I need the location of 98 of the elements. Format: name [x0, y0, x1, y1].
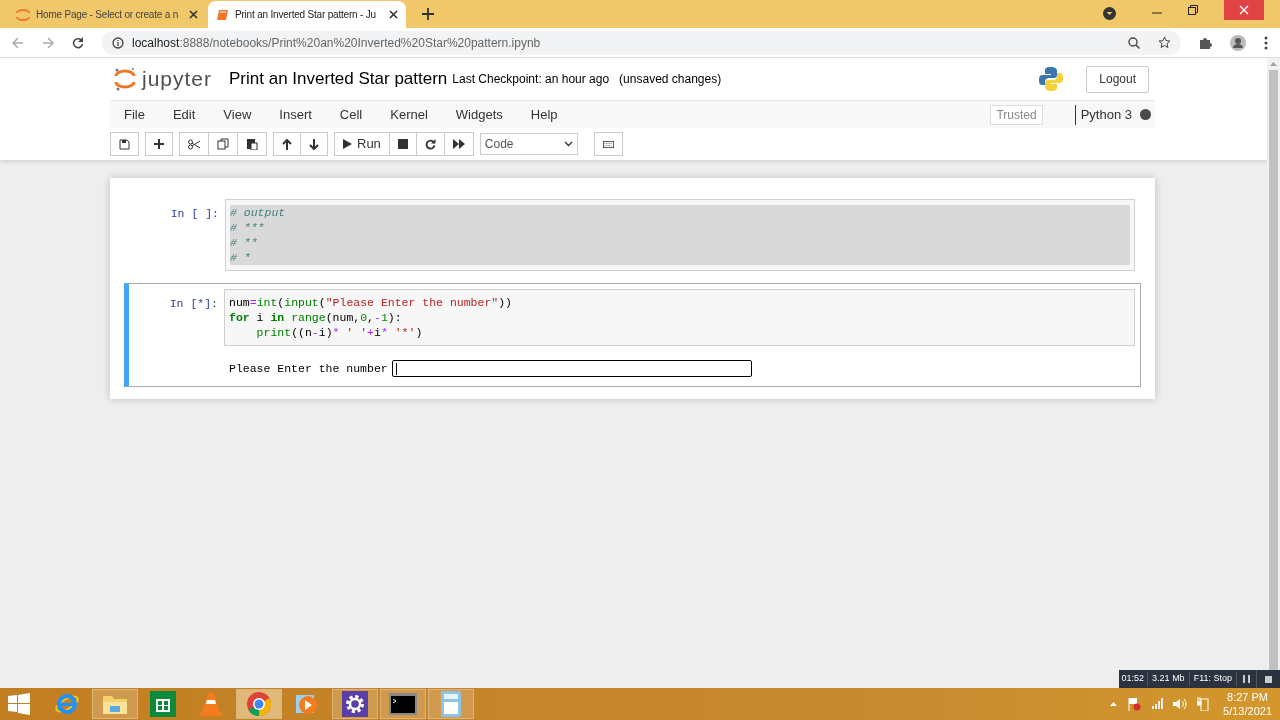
speaker-icon[interactable]	[1173, 698, 1188, 710]
cell-type-dropdown[interactable]: Code	[479, 133, 578, 155]
close-icon	[1239, 5, 1249, 15]
taskbar-app[interactable]	[332, 689, 378, 719]
scissors-icon	[188, 138, 200, 150]
menu-item[interactable]: Help	[516, 104, 572, 125]
command-palette-button[interactable]	[593, 132, 623, 156]
kernel-name: Python 3	[1080, 105, 1132, 124]
address-field[interactable]: localhost:8888/notebooks/Print%20an%20Inverted%20Star%20pattern.ipynb	[102, 30, 1181, 55]
paste-button[interactable]	[237, 132, 267, 156]
restart-run-all-button[interactable]	[443, 132, 474, 156]
menu-item[interactable]: Kernel	[376, 104, 442, 125]
stdin-prompt: Please Enter the number	[229, 361, 388, 377]
code-line: for i in range(num,0,-1):	[229, 310, 403, 325]
menu-item[interactable]: Cell	[325, 104, 377, 125]
new-tab-icon[interactable]	[422, 8, 434, 20]
menu-item[interactable]: Insert	[265, 104, 326, 125]
run-button[interactable]: Run	[334, 132, 390, 156]
puzzle-icon[interactable]	[1199, 36, 1212, 49]
code-line: # *	[230, 250, 252, 265]
gear-icon	[342, 691, 368, 717]
chrome-logo-icon	[246, 691, 272, 717]
stop-icon	[397, 139, 408, 149]
arrow-down-icon	[309, 138, 319, 150]
checkpoint-text: Last Checkpoint: an hour ago	[452, 71, 610, 88]
recording-time: 01:52	[1118, 672, 1149, 686]
restore-icon[interactable]	[1188, 5, 1198, 15]
save-button[interactable]	[110, 132, 139, 156]
stdin-field[interactable]	[391, 360, 752, 378]
menu-item[interactable]: File	[110, 104, 159, 125]
menu-item[interactable]: View	[209, 104, 266, 125]
flag-icon[interactable]	[1127, 697, 1142, 711]
code-cell[interactable]: In [ ]: # output # *** # ** # *	[124, 193, 1141, 277]
move-up-button[interactable]	[273, 132, 301, 156]
tab-title: Print an Inverted Star pattern - Ju	[235, 8, 377, 22]
dropdown-icon[interactable]	[1103, 7, 1116, 20]
play-icon	[343, 139, 352, 149]
recording-size: 3.21 Mb	[1148, 672, 1190, 686]
reload-icon[interactable]	[72, 36, 84, 49]
chevron-down-icon	[563, 141, 573, 147]
code-editor[interactable]: num=int(input("Please Enter the number")) for i in range(num,0,-1): print((n-i)* ' '+i* '*')	[224, 289, 1135, 346]
terminal-icon	[389, 693, 417, 715]
chevron-up-icon[interactable]	[1110, 702, 1118, 706]
stop-icon[interactable]	[1265, 675, 1272, 683]
plus-icon	[154, 139, 164, 149]
arrow-up-icon	[282, 138, 292, 150]
calculator-icon	[441, 691, 461, 717]
move-down-button[interactable]	[300, 132, 328, 156]
menu-item[interactable]: Edit	[158, 104, 210, 125]
code-line: # output	[230, 205, 287, 220]
jupyter-logo-icon	[16, 8, 30, 21]
menu-item[interactable]: Widgets	[441, 104, 517, 125]
browser-tab[interactable]: Print an Inverted Star pattern - Ju	[208, 1, 406, 28]
input-prompt: In [ ]:	[169, 206, 220, 222]
stop-hotkey: F11: Stop	[1189, 672, 1237, 686]
clock-time: 8:27 PM	[1227, 690, 1268, 704]
code-line: print((n-i)* ' '+i* '*')	[255, 325, 424, 340]
input-prompt: In [*]:	[168, 296, 219, 312]
unsaved-status: (unsaved changes)	[619, 71, 722, 88]
cut-button[interactable]	[179, 132, 209, 156]
zoom-icon[interactable]	[1128, 36, 1140, 49]
more-icon[interactable]	[1264, 35, 1268, 50]
close-icon[interactable]	[389, 10, 398, 19]
jupyter-wordmark: jupyter	[142, 66, 213, 93]
python-logo-icon	[1038, 66, 1065, 92]
taskbar-app[interactable]	[380, 689, 426, 719]
book-icon	[216, 8, 229, 21]
shopping-bag-icon	[150, 691, 176, 717]
code-line: # **	[230, 235, 259, 250]
star-icon[interactable]	[1158, 36, 1171, 49]
clock-date: 5/13/2021	[1223, 704, 1272, 718]
trusted-indicator[interactable]: Trusted	[990, 104, 1043, 125]
profile-icon[interactable]	[1230, 34, 1246, 51]
tab-title: Home Page - Select or create a n	[36, 8, 179, 22]
notebook-title[interactable]: Print an Inverted Star pattern	[229, 66, 448, 92]
fast-forward-icon	[452, 139, 465, 149]
browser-e-icon	[54, 691, 80, 717]
keyboard-icon	[602, 139, 614, 149]
save-icon	[119, 138, 130, 150]
logout-button[interactable]: Logout	[1086, 65, 1149, 93]
code-cell[interactable]: In [*]: num=int(input("Please Enter the number")) for i in range(num,0,-1): print((n-i)* ' '+i* '*') Please Enter the number	[124, 283, 1141, 388]
restart-button[interactable]	[415, 132, 445, 156]
windows-logo-icon[interactable]	[8, 693, 30, 715]
traffic-cone-icon	[199, 691, 223, 717]
jupyter-logo-icon	[114, 66, 136, 92]
reload-icon	[424, 138, 436, 150]
power-plug-icon[interactable]	[1197, 697, 1210, 711]
copy-icon	[217, 138, 229, 150]
clipboard-icon	[246, 138, 258, 150]
info-icon	[112, 36, 124, 49]
pause-icon[interactable]	[1243, 675, 1250, 683]
code-line: num=int(input("Please Enter the number"))	[229, 295, 513, 310]
close-icon[interactable]	[189, 10, 198, 19]
url-text: localhost:8888/notebooks/Print%20an%20Inverted%20Star%20pattern.ipynb	[132, 34, 541, 52]
browser-tab[interactable]: Home Page - Select or create a n	[8, 1, 206, 28]
add-cell-button[interactable]	[145, 132, 173, 156]
code-line: # ***	[230, 220, 266, 235]
interrupt-button[interactable]	[388, 132, 417, 156]
